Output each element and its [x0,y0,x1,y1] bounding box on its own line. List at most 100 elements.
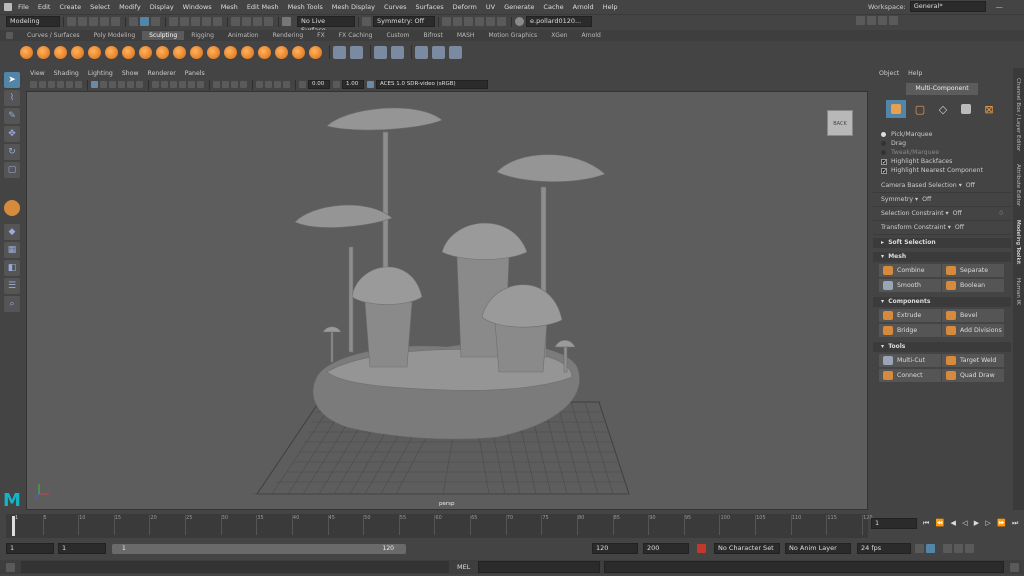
loop-icon[interactable] [915,544,924,553]
magnet-icon[interactable] [282,17,291,26]
select-tool-icon[interactable]: ➤ [4,72,20,88]
menu-edit-mesh[interactable]: Edit Mesh [247,3,279,11]
field-chart-icon[interactable] [127,81,134,88]
four-view-icon[interactable]: ▦ [4,242,20,258]
shelf-tab-xgen[interactable]: XGen [544,31,574,40]
menu-create[interactable]: Create [59,3,81,11]
viewport-menu-shading[interactable]: Shading [54,70,79,77]
connect-button[interactable]: Connect [879,369,941,382]
shelf-tab-animation[interactable]: Animation [221,31,266,40]
face-mode-icon[interactable] [957,100,975,118]
snap-grid-icon[interactable] [169,17,178,26]
symmetry-dropdown[interactable]: Symmetry: Off [373,16,435,27]
sculpt-mesh-icon[interactable] [350,45,363,59]
search-icon[interactable]: ⌕ [4,296,20,312]
fill-tool-icon[interactable] [224,45,237,59]
resolution-gate-icon[interactable] [109,81,116,88]
shape-editor-icon[interactable] [391,45,404,59]
xray-joints-icon[interactable] [274,81,281,88]
separate-button[interactable]: Separate [942,264,1004,277]
amplify-tool-icon[interactable] [292,45,305,59]
safe-action-icon[interactable] [136,81,143,88]
textured-icon[interactable] [179,81,186,88]
time-slider[interactable]: 1 5 10 15 20 25 30 35 40 45 50 55 60 65 70 75 80 85 90 95 1… [6,514,873,538]
shelf-tab-rendering[interactable]: Rendering [266,31,311,40]
highlight-nearest-component-checkbox[interactable]: ✓ Highlight Nearest Component [873,166,1011,175]
drag-option[interactable]: Drag [873,139,1011,148]
side-tab-channel-box[interactable]: Channel Box / Layer Editor [1015,78,1021,151]
smear-tool-icon[interactable] [258,45,271,59]
gamma-field[interactable]: 1.00 [342,80,364,89]
foamy-tool-icon[interactable] [122,45,135,59]
viewport-menu-view[interactable]: View [30,70,45,77]
play-forwards-icon[interactable]: ▶ [974,519,979,527]
isolate-select-icon[interactable] [256,81,263,88]
color-management-icon[interactable] [367,81,374,88]
menu-display[interactable]: Display [150,3,174,11]
knife-tool-icon[interactable] [241,45,254,59]
mesh-section-header[interactable]: ▾ Mesh [873,252,1011,262]
character-set-dropdown[interactable]: No Character Set [714,543,780,554]
key-ticks-icon[interactable] [926,544,935,553]
deform-texture-icon[interactable] [432,45,445,59]
highlight-backfaces-checkbox[interactable]: ✓ Highlight Backfaces [873,157,1011,166]
xray-icon[interactable] [265,81,272,88]
menu-uv[interactable]: UV [486,3,495,11]
pick-marquee-option[interactable]: Pick/Marquee [873,130,1011,139]
multi-mode-icon[interactable]: ▢ [911,100,929,118]
pinch-tool-icon[interactable] [88,45,101,59]
current-frame-field[interactable]: 1 [871,517,917,529]
grease-pencil-icon[interactable] [75,81,82,88]
menu-windows[interactable]: Windows [183,3,212,11]
snap-view-plane-icon[interactable] [202,17,211,26]
object-mode-icon[interactable] [886,100,906,118]
bridge-button[interactable]: Bridge [879,324,941,337]
toolkit-menu-help[interactable]: Help [908,70,922,77]
menu-set-dropdown[interactable]: Modeling [6,16,60,27]
viewport-menu-show[interactable]: Show [122,70,139,77]
render-frame-icon[interactable] [231,17,240,26]
blend-shape-icon[interactable] [374,45,387,59]
menu-mesh-display[interactable]: Mesh Display [332,3,375,11]
range-slider[interactable]: 1 120 [112,543,406,554]
smooth-shade-icon[interactable] [161,81,168,88]
step-back-key-icon[interactable]: ⏪ [936,519,945,527]
menu-edit[interactable]: Edit [38,3,51,11]
repeat-tool-icon[interactable] [156,45,169,59]
shelf-tab-custom[interactable]: Custom [379,31,416,40]
menu-surfaces[interactable]: Surfaces [416,3,444,11]
exposure-field[interactable]: 0.00 [308,80,330,89]
node-editor-icon[interactable] [497,17,506,26]
menu-select[interactable]: Select [90,3,110,11]
components-section-header[interactable]: ▾ Components [873,297,1011,307]
shelf-tab-fx-caching[interactable]: FX Caching [332,31,380,40]
view-cube[interactable]: BACK [827,110,853,136]
2d-pan-zoom-icon[interactable] [66,81,73,88]
go-to-end-icon[interactable]: ⏭ [1012,519,1018,528]
shelf-tab-curves-surfaces[interactable]: Curves / Surfaces [20,31,87,40]
selection-constraint-dropdown[interactable]: Selection Constraint ▾ Off 0 [873,207,1011,221]
camera-attributes-icon[interactable] [39,81,46,88]
relax-tool-icon[interactable] [54,45,67,59]
sign-in-icon[interactable] [442,17,451,26]
bookmarks-icon[interactable] [48,81,55,88]
colorspace-dropdown[interactable]: ACES 1.0 SDR-video (sRGB) [376,80,488,89]
auto-key-icon[interactable] [697,544,706,553]
deform-wrap-icon[interactable] [415,45,428,59]
undo-icon[interactable] [100,17,109,26]
sculpt-tool-icon[interactable] [20,45,33,59]
step-forward-key-icon[interactable]: ⏩ [997,519,1006,527]
shelf-tab-mash[interactable]: MASH [450,31,482,40]
menu-file[interactable]: File [18,3,29,11]
mel-label[interactable]: MEL [457,563,470,571]
spray-tool-icon[interactable] [139,45,152,59]
play-backwards-icon[interactable]: ◁ [962,519,967,527]
tweak-marquee-option[interactable]: Tweak/Marquee [873,148,1011,157]
toggle-tool-settings-icon[interactable] [878,16,887,25]
use-all-lights-icon[interactable] [188,81,195,88]
channel-icon[interactable] [475,17,484,26]
menu-deform[interactable]: Deform [453,3,477,11]
menu-help[interactable]: Help [603,3,618,11]
single-perspective-view-icon[interactable]: ◆ [4,224,20,240]
shadows-icon[interactable] [197,81,204,88]
